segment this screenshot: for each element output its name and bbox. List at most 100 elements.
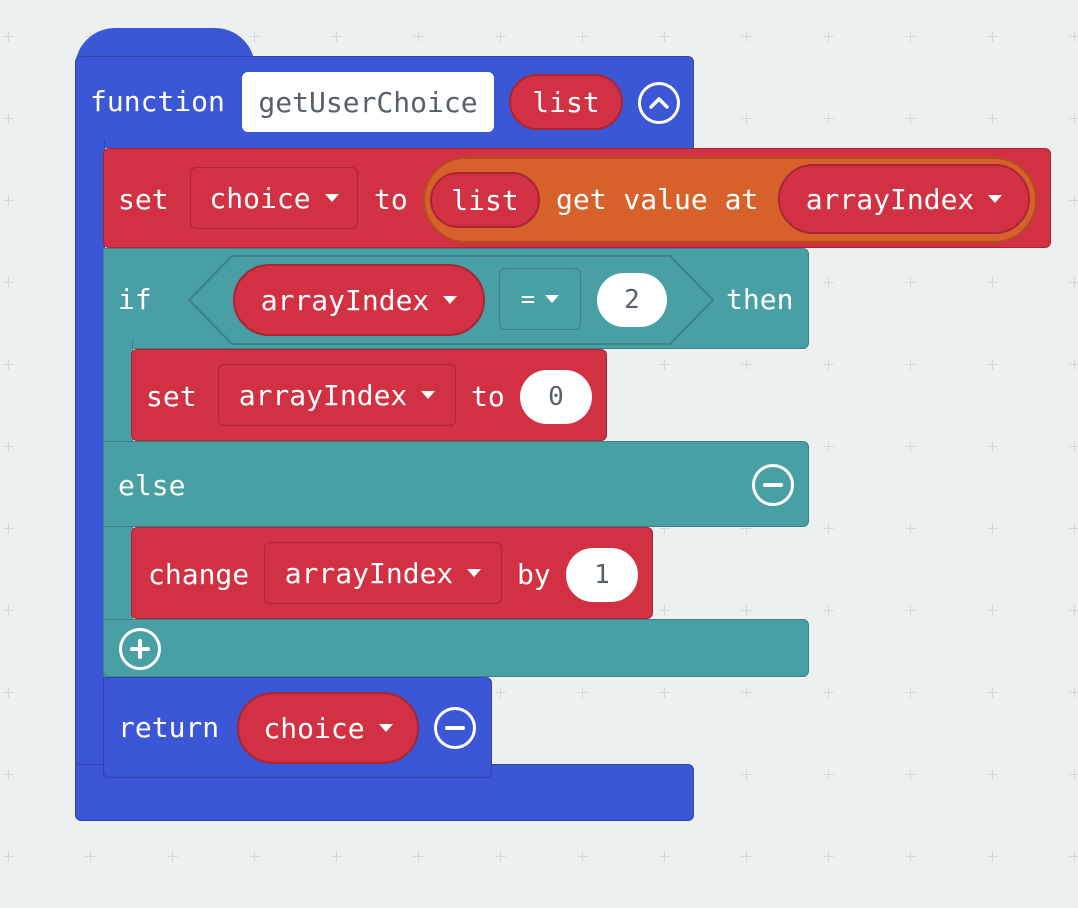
grid-plus-mark <box>741 687 752 698</box>
compare-variable-label: arrayIndex <box>260 283 430 317</box>
grid-plus-mark <box>987 523 998 534</box>
grid-plus-mark <box>3 769 14 780</box>
grid-plus-mark <box>331 851 342 862</box>
compare-value-input[interactable]: 2 <box>597 273 667 327</box>
variable-dropdown-arrayindex[interactable]: arrayIndex <box>264 542 502 604</box>
grid-plus-mark <box>1069 277 1078 288</box>
dropdown-caret-icon <box>467 569 482 577</box>
dropdown-caret-icon <box>545 295 560 303</box>
remove-return-minus-icon[interactable] <box>434 707 476 749</box>
variable-dropdown-arrayindex[interactable]: arrayIndex <box>218 364 456 426</box>
grid-plus-mark <box>3 277 14 288</box>
grid-plus-mark <box>331 31 342 42</box>
grid-plus-mark <box>3 441 14 452</box>
grid-plus-mark <box>659 31 670 42</box>
list-param-reporter[interactable]: list <box>430 172 540 228</box>
grid-plus-mark <box>659 359 670 370</box>
grid-plus-mark <box>987 605 998 616</box>
grid-plus-mark <box>249 851 260 862</box>
grid-plus-mark <box>987 851 998 862</box>
grid-plus-mark <box>577 31 588 42</box>
set-keyword: set <box>118 183 169 216</box>
grid-plus-mark <box>823 769 834 780</box>
function-name-field[interactable]: getUserChoice <box>242 72 494 132</box>
remove-else-minus-icon[interactable] <box>752 464 794 506</box>
grid-plus-mark <box>823 113 834 124</box>
grid-plus-mark <box>987 277 998 288</box>
grid-plus-mark <box>577 687 588 698</box>
grid-plus-mark <box>3 605 14 616</box>
grid-plus-mark <box>823 359 834 370</box>
grid-plus-mark <box>905 113 916 124</box>
compare-variable-dropdown[interactable]: arrayIndex <box>233 264 485 336</box>
grid-plus-mark <box>741 851 752 862</box>
grid-plus-mark <box>1069 359 1078 370</box>
index-variable-label: arrayIndex <box>805 182 975 216</box>
grid-plus-mark <box>3 359 14 370</box>
grid-plus-mark <box>1069 523 1078 534</box>
grid-plus-mark <box>905 769 916 780</box>
grid-plus-mark <box>741 113 752 124</box>
to-keyword: to <box>374 183 408 216</box>
grid-plus-mark <box>987 31 998 42</box>
return-variable-label: choice <box>263 711 365 745</box>
dropdown-caret-icon <box>378 724 393 732</box>
grid-plus-mark <box>905 851 916 862</box>
grid-plus-mark <box>413 31 424 42</box>
grid-plus-mark <box>413 851 424 862</box>
if-block-footer <box>103 619 809 677</box>
set-value-input[interactable]: 0 <box>520 370 592 424</box>
grid-plus-mark <box>659 687 670 698</box>
grid-plus-mark <box>1069 195 1078 206</box>
operator-dropdown[interactable]: = <box>499 268 581 330</box>
grid-plus-mark <box>249 31 260 42</box>
change-keyword: change <box>148 558 250 591</box>
variable-dropdown-label: arrayIndex <box>284 556 454 590</box>
grid-plus-mark <box>987 441 998 452</box>
grid-plus-mark <box>495 687 506 698</box>
grid-plus-mark <box>741 359 752 370</box>
grid-plus-mark <box>3 851 14 862</box>
if-keyword: if <box>118 283 152 316</box>
get-value-at-label: get value at <box>556 183 759 216</box>
return-variable-dropdown[interactable]: choice <box>237 692 419 764</box>
chevron-up-icon[interactable] <box>638 82 680 124</box>
grid-plus-mark <box>3 31 14 42</box>
dropdown-caret-icon <box>421 391 436 399</box>
function-block-spine <box>75 140 105 780</box>
add-else-if-plus-icon[interactable] <box>119 628 161 670</box>
grid-plus-mark <box>85 851 96 862</box>
grid-plus-mark <box>905 523 916 534</box>
else-keyword: else <box>118 469 186 502</box>
grid-plus-mark <box>3 687 14 698</box>
change-value-input[interactable]: 1 <box>566 548 638 602</box>
grid-plus-mark <box>577 851 588 862</box>
grid-plus-mark <box>823 277 834 288</box>
grid-plus-mark <box>3 195 14 206</box>
grid-plus-mark <box>3 523 14 534</box>
grid-plus-mark <box>823 605 834 616</box>
grid-plus-mark <box>823 687 834 698</box>
else-header <box>103 441 809 527</box>
to-keyword: to <box>471 380 505 413</box>
grid-plus-mark <box>1069 687 1078 698</box>
dropdown-caret-icon <box>324 194 339 202</box>
grid-plus-mark <box>741 605 752 616</box>
grid-plus-mark <box>987 769 998 780</box>
function-param-list[interactable]: list <box>509 74 623 130</box>
grid-plus-mark <box>741 31 752 42</box>
index-variable-dropdown[interactable]: arrayIndex <box>778 164 1030 234</box>
grid-plus-mark <box>905 687 916 698</box>
grid-plus-mark <box>495 851 506 862</box>
grid-plus-mark <box>987 359 998 370</box>
return-keyword: return <box>118 711 220 744</box>
dropdown-caret-icon <box>443 296 458 304</box>
by-keyword: by <box>517 558 551 591</box>
variable-dropdown-choice[interactable]: choice <box>190 167 358 229</box>
grid-plus-mark <box>823 31 834 42</box>
function-keyword: function <box>90 85 225 118</box>
variable-dropdown-label: arrayIndex <box>238 378 408 412</box>
grid-plus-mark <box>987 113 998 124</box>
grid-plus-mark <box>1069 113 1078 124</box>
grid-plus-mark <box>1069 31 1078 42</box>
